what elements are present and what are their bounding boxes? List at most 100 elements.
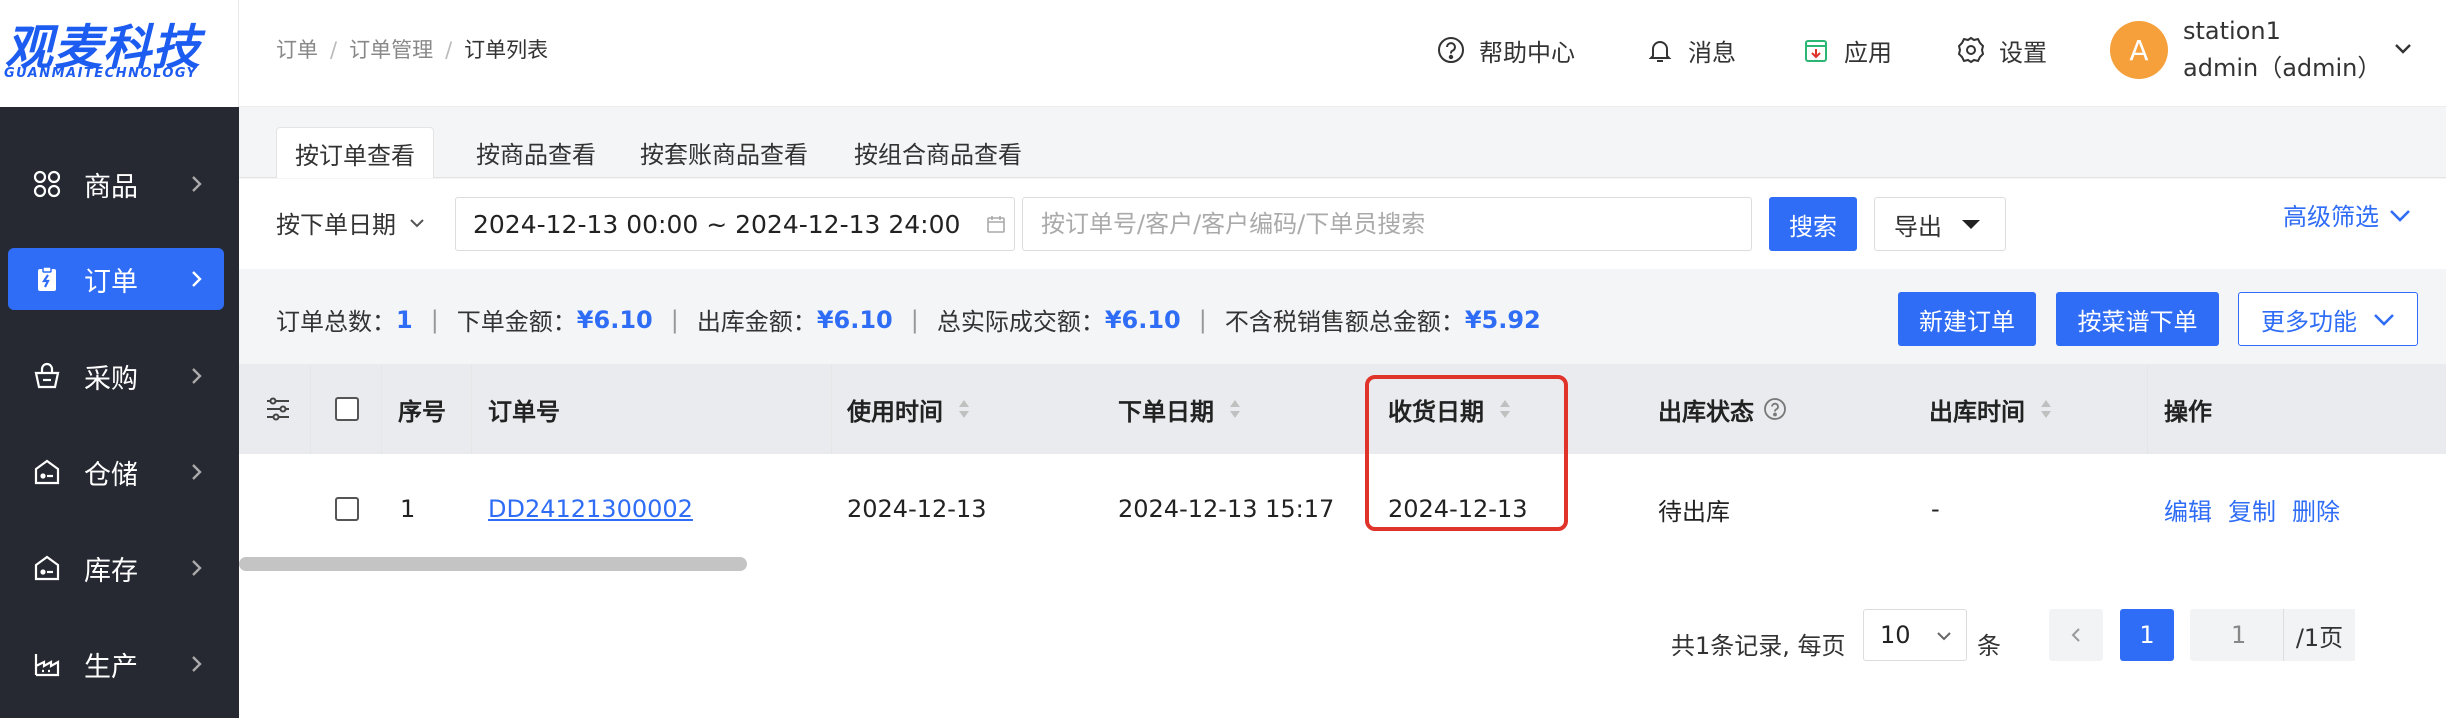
- chevron-right-icon: [192, 560, 202, 576]
- order-amount-label: 下单金额：: [456, 308, 577, 336]
- table-row[interactable]: 1 DD24121300002 2024-12-13 2024-12-13 15…: [239, 454, 2446, 564]
- basket-icon: [32, 361, 62, 391]
- out-amount-label: 出库金额：: [696, 308, 817, 336]
- avatar[interactable]: A: [2110, 21, 2168, 79]
- horizontal-scrollbar[interactable]: [239, 557, 747, 571]
- ex-tax-amount-value: ¥5.92: [1464, 305, 1541, 334]
- chevron-down-icon: [410, 218, 424, 227]
- select-all-checkbox[interactable]: [335, 397, 359, 421]
- breadcrumb-item-order-management[interactable]: 订单管理: [349, 38, 433, 62]
- breadcrumb-item-orders[interactable]: 订单: [276, 38, 318, 62]
- export-button[interactable]: 导出: [1874, 197, 2006, 251]
- cell-order-no: DD24121300002: [488, 454, 693, 564]
- factory-icon: [32, 649, 62, 679]
- messages-label: 消息: [1688, 38, 1736, 67]
- header-out-time-label: 出库时间: [1929, 397, 2025, 426]
- sort-icon: [959, 400, 969, 418]
- apps-button[interactable]: 应用: [1800, 30, 1892, 70]
- row-checkbox[interactable]: [335, 497, 359, 521]
- export-label: 导出: [1894, 212, 1942, 241]
- gear-icon: [1955, 34, 1987, 66]
- tab-by-order[interactable]: 按订单查看: [276, 127, 434, 178]
- order-number-link[interactable]: DD24121300002: [488, 495, 693, 523]
- pager-total: 共1条记录, 每页: [1671, 632, 1846, 660]
- header-order-date-label: 下单日期: [1118, 397, 1214, 426]
- logo-subtext: GUANMAITECHNOLOGY: [4, 66, 198, 81]
- menu-order-button[interactable]: 按菜谱下单: [2056, 292, 2219, 346]
- actual-amount-value: ¥6.10: [1104, 305, 1181, 334]
- apps-label: 应用: [1844, 38, 1892, 67]
- messages-button[interactable]: 消息: [1644, 30, 1736, 70]
- help-center-button[interactable]: 帮助中心: [1435, 30, 1575, 70]
- sidebar-item-purchasing[interactable]: 采购: [8, 345, 224, 407]
- warehouse-icon: [32, 457, 62, 487]
- grid-icon: [32, 169, 62, 199]
- app-download-icon: [1800, 34, 1832, 66]
- column-settings-button[interactable]: [264, 364, 292, 454]
- page-size-select[interactable]: 10: [1863, 609, 1967, 661]
- edit-link[interactable]: 编辑: [2164, 492, 2212, 527]
- order-summary: 订单总数： 1 | 下单金额： ¥6.10 | 出库金额： ¥6.10 | 总实际成交…: [276, 302, 1541, 337]
- chevron-right-icon: [192, 368, 202, 384]
- tab-by-account-product[interactable]: 按套账商品查看: [622, 127, 826, 178]
- header-out-status-label: 出库状态: [1658, 397, 1754, 426]
- main-content: 按订单查看 按商品查看 按套账商品查看 按组合商品查看 按下单日期 2024-1…: [239, 107, 2446, 718]
- cell-receive-date: 2024-12-13: [1388, 495, 1528, 523]
- date-type-select[interactable]: 按下单日期: [276, 205, 428, 240]
- caret-down-icon: [1962, 220, 1980, 229]
- new-order-button[interactable]: 新建订单: [1898, 292, 2036, 346]
- search-input[interactable]: [1022, 197, 1752, 251]
- breadcrumb-item-current: 订单列表: [464, 38, 549, 62]
- date-range-value: 2024-12-13 00:00 ~ 2024-12-13 24:00: [473, 209, 961, 239]
- question-circle-icon: [1435, 34, 1467, 66]
- cell-seq: 1: [400, 495, 416, 523]
- view-tabs: 按订单查看 按商品查看 按套账商品查看 按组合商品查看: [239, 107, 2446, 178]
- breadcrumb: 订单 / 订单管理 / 订单列表: [276, 38, 549, 62]
- header-out-time[interactable]: 出库时间: [1929, 364, 2053, 454]
- advanced-filter-label: 高级筛选: [2283, 203, 2379, 231]
- out-amount-value: ¥6.10: [816, 305, 893, 334]
- bell-icon: [1644, 34, 1676, 66]
- advanced-filter-toggle[interactable]: 高级筛选: [2283, 197, 2413, 232]
- question-circle-icon[interactable]: [1762, 396, 1788, 422]
- header-receive-date[interactable]: 收货日期: [1388, 364, 1512, 454]
- sidebar-item-inventory[interactable]: 库存: [8, 537, 224, 599]
- sidebar-item-warehouse[interactable]: 仓储: [8, 441, 224, 503]
- pagination: 共1条记录, 每页 10 条 1 /1页: [239, 571, 2446, 718]
- sidebar-item-production[interactable]: 生产: [8, 633, 224, 695]
- chevron-down-icon: [2374, 314, 2394, 326]
- more-functions-button[interactable]: 更多功能: [2238, 292, 2418, 346]
- sort-icon: [1500, 400, 1510, 418]
- search-button[interactable]: 搜索: [1769, 197, 1857, 251]
- sidebar-item-label: 采购: [84, 363, 138, 395]
- header-order-date[interactable]: 下单日期: [1118, 364, 1242, 454]
- tab-by-combo-product[interactable]: 按组合商品查看: [836, 127, 1040, 178]
- chevron-down-icon[interactable]: [2391, 36, 2415, 60]
- sidebar-item-label: 商品: [84, 171, 138, 203]
- brand-logo[interactable]: 观麦科技 GUANMAITECHNOLOGY: [0, 0, 239, 107]
- delete-link[interactable]: 删除: [2292, 492, 2340, 527]
- header-use-time[interactable]: 使用时间: [847, 364, 971, 454]
- total-orders-value: 1: [396, 305, 413, 334]
- user-station-name: station1: [2183, 17, 2281, 45]
- prev-page-button[interactable]: [2049, 609, 2103, 661]
- sidebar-item-label: 仓储: [84, 459, 138, 491]
- page-jump-input[interactable]: [2211, 609, 2283, 661]
- orders-table: 序号 订单号 使用时间 下单日期 收货日期 出库状态 出库时间 操作 1 DD2…: [239, 364, 2446, 568]
- sidebar-item-orders[interactable]: 订单: [8, 248, 224, 310]
- sliders-icon: [267, 397, 289, 421]
- sidebar-item-label: 库存: [84, 555, 138, 587]
- sidebar: 观麦科技 GUANMAITECHNOLOGY 商品 订单 采购 仓储 库存 生产: [0, 0, 239, 718]
- settings-button[interactable]: 设置: [1955, 30, 2047, 70]
- total-pages: /1页: [2283, 609, 2355, 661]
- tab-by-product[interactable]: 按商品查看: [458, 127, 614, 178]
- copy-link[interactable]: 复制: [2228, 492, 2276, 527]
- inventory-icon: [32, 553, 62, 583]
- page-number-current[interactable]: 1: [2120, 609, 2174, 661]
- sidebar-item-products[interactable]: 商品: [8, 153, 224, 215]
- order-amount-value: ¥6.10: [576, 305, 653, 334]
- chevron-down-icon: [2390, 209, 2410, 222]
- date-range-picker[interactable]: 2024-12-13 00:00 ~ 2024-12-13 24:00: [455, 197, 1015, 251]
- actual-amount-label: 总实际成交额：: [936, 308, 1105, 336]
- cell-out-status: 待出库: [1658, 497, 1730, 526]
